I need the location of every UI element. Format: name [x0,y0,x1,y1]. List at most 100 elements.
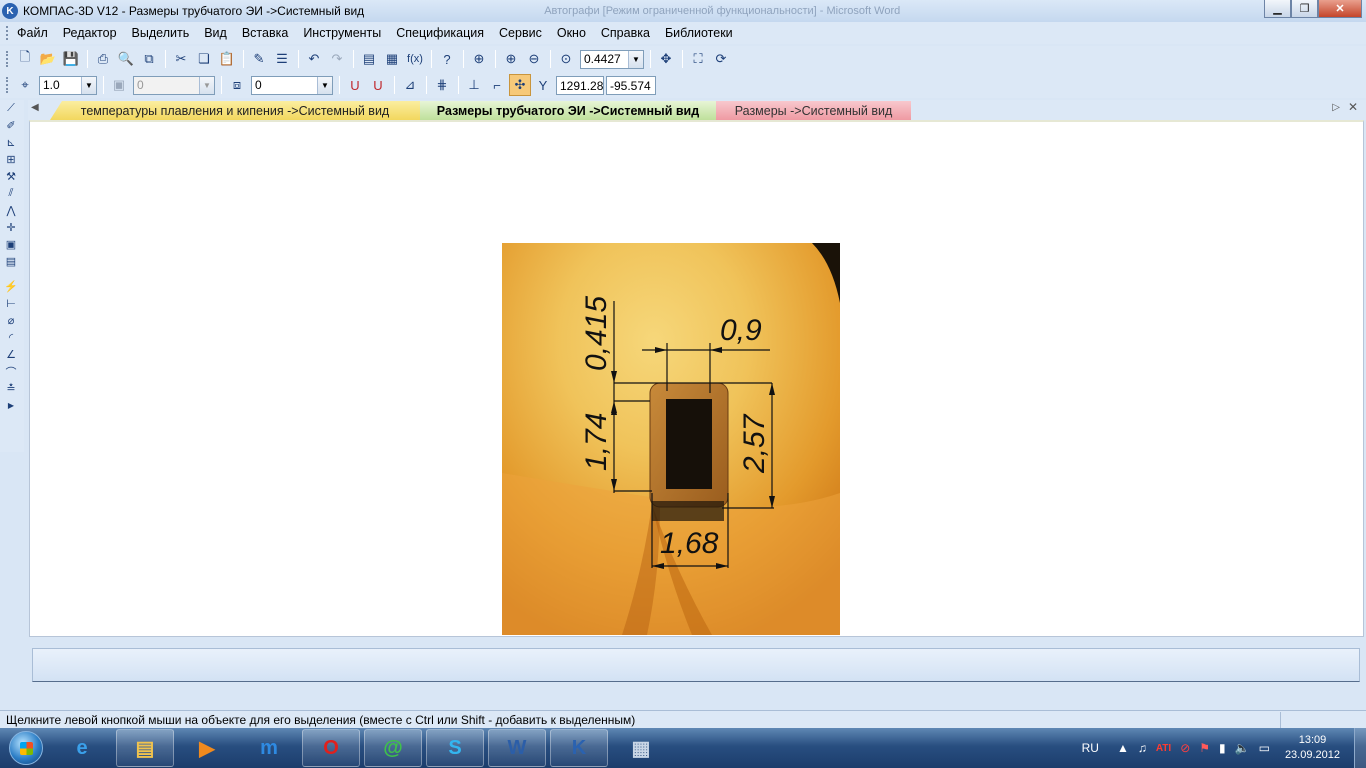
chevron-down-icon[interactable]: ▼ [81,76,96,94]
layers-icon[interactable]: ⧈ [226,74,248,96]
menu-service[interactable]: Сервис [499,26,542,40]
menu-editor[interactable]: Редактор [63,26,117,40]
explorer-icon[interactable]: ▤ [116,729,174,767]
grid-icon[interactable]: ⋕ [431,74,453,96]
mail-agent-icon[interactable]: @ [364,729,422,767]
cut-icon[interactable]: ✂ [170,48,192,70]
coord-y-field[interactable]: -95.574 [606,75,656,95]
round-coords-icon[interactable]: ✣ [509,74,531,96]
refresh-icon[interactable]: ⟳ [710,48,732,70]
ortho-mode-icon[interactable]: ⌐ [486,74,508,96]
pan-icon[interactable]: ✥ [655,48,677,70]
chevron-down-icon[interactable]: ▼ [317,76,332,94]
zoom-out-icon[interactable]: ⊖ [523,48,545,70]
undo-icon[interactable]: ↶ [303,48,325,70]
paste-icon[interactable]: 📋 [216,48,238,70]
angle-dimension-icon[interactable]: ∠ [0,346,22,363]
local-cs-icon[interactable]: ⊥ [463,74,485,96]
maximize-button[interactable]: ❐ [1291,0,1318,18]
specification-icon[interactable]: ▤ [0,253,22,270]
print-icon[interactable]: ⎙ [92,48,114,70]
redo-icon[interactable]: ↷ [326,48,348,70]
lightning-icon[interactable]: ⚡ [0,278,22,295]
toolbar-grip[interactable] [6,51,9,67]
variables-icon[interactable]: f(x) [404,48,426,70]
step-combo[interactable]: 1.0 ▼ [39,75,97,95]
dimensions-grid-icon[interactable]: ⊞ [0,151,22,168]
maxthon-icon[interactable]: m [240,729,298,767]
help-pointer-icon[interactable]: ? [436,48,458,70]
manager-icon[interactable]: ▤ [358,48,380,70]
network-icon[interactable]: ▭ [1259,741,1270,755]
microscope-photo[interactable]: 0,415 0,9 1,74 2,57 1,68 [502,243,840,635]
language-indicator[interactable]: RU [1082,741,1099,755]
menu-tools[interactable]: Инструменты [303,26,381,40]
step-cursor-icon[interactable]: ⌖ [14,74,36,96]
menu-window[interactable]: Окно [557,26,586,40]
properties-icon[interactable]: ☰ [271,48,293,70]
copy-icon[interactable]: ❏ [193,48,215,70]
export-icon[interactable]: ⧉ [138,48,160,70]
tab-tubular-dimensions[interactable]: Размеры трубчатого ЭИ ->Системный вид [420,101,716,120]
parametrization-icon[interactable]: ⊾ [0,134,22,151]
menu-file[interactable]: Файл [17,26,48,40]
save-icon[interactable]: 💾 [60,48,82,70]
edit-icon[interactable]: ✐ [0,117,22,134]
measure-icon[interactable]: ⋀ [0,202,22,219]
print-preview-icon[interactable]: 🔍 [115,48,137,70]
tab-scroll-right-icon[interactable]: ▷ [1332,102,1340,113]
snap-magnet-icon[interactable]: U [344,74,366,96]
toolbar-grip[interactable] [6,26,9,40]
layer-state-icon[interactable]: ▣ [108,74,130,96]
style-combo[interactable]: 0 ▼ [251,75,333,95]
adobe-tray-icon[interactable]: ⊘ [1180,741,1190,755]
menu-select[interactable]: Выделить [132,26,190,40]
close-tab-icon[interactable]: ✕ [1348,100,1358,114]
layer-combo[interactable]: 0 ▼ [133,75,215,95]
calculator-icon[interactable]: ▦ [612,729,670,767]
new-document-icon[interactable]: 🗋 [14,48,36,70]
tab-dimensions[interactable]: Размеры ->Системный вид [716,101,911,120]
menu-insert[interactable]: Вставка [242,26,288,40]
kompas-logo-icon[interactable]: K [2,3,18,19]
menu-view[interactable]: Вид [204,26,227,40]
menu-libraries[interactable]: Библиотеки [665,26,733,40]
ati-tray-icon[interactable]: ATI [1156,743,1171,754]
media-player-icon[interactable]: ▶ [178,729,236,767]
word-icon[interactable]: W [488,729,546,767]
geometry-icon[interactable]: ⟋ [0,100,22,117]
audio-tray-icon[interactable]: ♫ [1138,741,1147,755]
action-center-icon[interactable]: ⚑ [1199,741,1210,755]
tab-scroll-left-icon[interactable]: ◀ [31,102,39,113]
skype-icon[interactable]: S [426,729,484,767]
diameter-icon[interactable]: ⌀ [0,312,22,329]
opera-icon[interactable]: O [302,729,360,767]
show-desktop-button[interactable] [1354,728,1366,768]
library-icon[interactable]: ▦ [381,48,403,70]
select-icon[interactable]: ✛ [0,219,22,236]
start-button[interactable] [0,728,52,768]
linear-dimension-icon[interactable]: ⊢ [0,295,22,312]
zoom-window-icon[interactable]: ⊕ [468,48,490,70]
expand-arrow-icon[interactable]: ▶ [0,397,22,414]
properties-panel[interactable] [32,648,1360,682]
zoom-in-icon[interactable]: ⊕ [500,48,522,70]
copy-properties-icon[interactable]: ✎ [248,48,270,70]
local-snap-icon[interactable]: U [367,74,389,96]
device-tray-icon[interactable]: ▮ [1219,741,1226,755]
ortho-icon[interactable]: ⊿ [399,74,421,96]
volume-icon[interactable]: 🔈 [1235,741,1250,755]
hammer-icon[interactable]: ⚒ [0,168,22,185]
associative-view-icon[interactable]: ▣ [0,236,22,253]
designations-icon[interactable]: ⫽ [0,185,22,202]
coord-x-field[interactable]: 1291.28 [556,75,604,95]
close-button[interactable]: ✕ [1318,0,1362,18]
radius-icon[interactable]: ◜ [0,329,22,346]
show-all-icon[interactable]: ⛶ [687,48,709,70]
drawing-canvas[interactable]: 0,415 0,9 1,74 2,57 1,68 [29,120,1364,637]
tab-melting-temperatures[interactable]: температуры плавления и кипения ->Систем… [50,101,420,120]
ie-icon[interactable]: e [52,729,112,767]
open-folder-icon[interactable]: 📂 [37,48,59,70]
minimize-button[interactable]: ▁ [1264,0,1291,18]
zoom-scale-icon[interactable]: ⊙ [555,48,577,70]
